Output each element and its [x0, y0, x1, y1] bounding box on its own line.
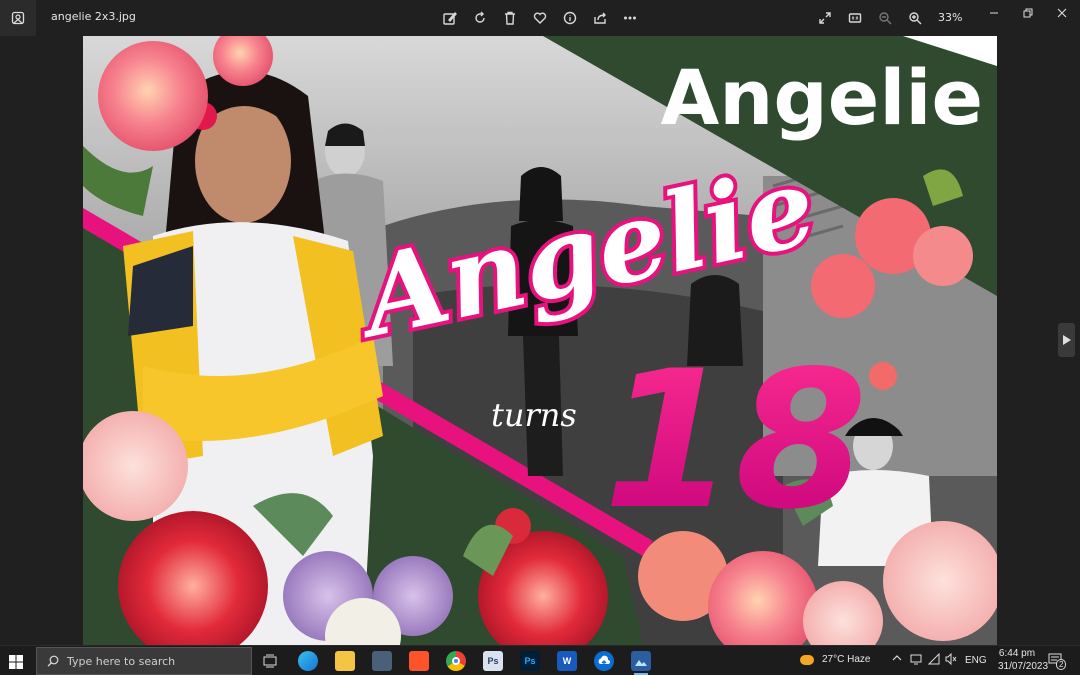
- photos-icon: [635, 660, 647, 666]
- delete-button[interactable]: [500, 8, 520, 28]
- zoom-out-button[interactable]: [875, 8, 895, 28]
- edit-image-button[interactable]: [440, 8, 460, 28]
- favorite-icon: [533, 12, 547, 24]
- zoom-level: 33%: [938, 11, 963, 24]
- age-number: 18: [603, 330, 867, 551]
- delete-icon: [505, 11, 515, 25]
- photo-canvas[interactable]: Angelie Angelie turns 18: [83, 36, 997, 645]
- next-image-button[interactable]: [1058, 323, 1075, 357]
- info-button[interactable]: [560, 8, 580, 28]
- edge-browser-button[interactable]: [298, 651, 318, 671]
- clock[interactable]: 6:44 pm 31/07/2023: [998, 648, 1049, 672]
- more-icon: [624, 16, 636, 20]
- clock-time: 6:44 pm: [998, 648, 1036, 659]
- share-icon: [594, 12, 606, 24]
- photoshop-icon: Ps: [524, 656, 536, 666]
- wifi-icon: [927, 652, 940, 665]
- rotate-icon: [475, 11, 485, 23]
- minimize-icon: [990, 12, 998, 14]
- turns-text: turns: [491, 396, 577, 434]
- hidden-icons-button[interactable]: [892, 654, 902, 665]
- file-name: angelie 2x3.jpg: [51, 10, 136, 23]
- zoom-in-icon: [909, 12, 922, 25]
- notifications-button[interactable]: 2: [1048, 652, 1067, 670]
- monitor-icon: [910, 654, 922, 665]
- restore-button[interactable]: [1015, 4, 1041, 22]
- task-view-button[interactable]: [260, 651, 280, 671]
- photoshop-express-button[interactable]: Ps: [483, 651, 503, 671]
- chrome-browser-button[interactable]: [446, 651, 466, 671]
- notification-count: 2: [1056, 659, 1067, 670]
- cloud-upload-icon: [598, 655, 610, 666]
- zoom-out-icon: [879, 12, 892, 25]
- brave-browser-button[interactable]: [409, 651, 429, 671]
- ps-express-icon: Ps: [487, 656, 499, 666]
- minimize-button[interactable]: [981, 4, 1007, 22]
- info-icon: [563, 11, 577, 25]
- share-button[interactable]: [590, 8, 610, 28]
- windows-logo-icon: [9, 655, 23, 669]
- photos-taskbar-button[interactable]: [631, 651, 651, 671]
- fullscreen-icon: [819, 12, 831, 24]
- cloud-upload-button[interactable]: [594, 651, 614, 671]
- chevron-right-icon: [1062, 335, 1071, 345]
- more-button[interactable]: [620, 8, 640, 28]
- language-indicator[interactable]: ENG: [965, 655, 987, 666]
- chevron-up-icon: [892, 655, 902, 661]
- chrome-icon: [452, 657, 460, 665]
- clock-date: 31/07/2023: [998, 661, 1049, 672]
- volume-muted-icon: [945, 652, 957, 666]
- search-icon: [47, 655, 59, 667]
- network-button[interactable]: [910, 653, 922, 668]
- taskbar-search-box[interactable]: Type here to search: [36, 647, 252, 675]
- photoshop-button[interactable]: Ps: [520, 651, 540, 671]
- photo-artwork: Angelie Angelie turns 18: [83, 36, 997, 645]
- rotate-button[interactable]: [470, 8, 490, 28]
- title-bar: angelie 2x3.jpg 33%: [0, 0, 1080, 36]
- actual-size-button[interactable]: [845, 8, 865, 28]
- restore-icon: [1023, 8, 1033, 18]
- word-icon: W: [562, 656, 572, 666]
- start-button[interactable]: [8, 654, 24, 670]
- file-explorer-button[interactable]: [335, 651, 355, 671]
- edit-image-icon: [443, 11, 457, 25]
- headline-name: Angelie: [660, 53, 983, 142]
- fullscreen-button[interactable]: [815, 8, 835, 28]
- taskbar: Type here to search Ps Ps W 27°C Haze EN…: [0, 645, 1080, 675]
- volume-button[interactable]: [945, 652, 957, 668]
- task-view-icon: [263, 654, 277, 668]
- word-button[interactable]: W: [557, 651, 577, 671]
- actual-size-icon: [848, 13, 862, 23]
- weather-icon: [800, 654, 814, 665]
- calculator-button[interactable]: [372, 651, 392, 671]
- close-icon: [1057, 8, 1067, 18]
- zoom-in-button[interactable]: [905, 8, 925, 28]
- search-placeholder: Type here to search: [67, 654, 176, 668]
- wifi-button[interactable]: [927, 652, 940, 668]
- favorite-button[interactable]: [530, 8, 550, 28]
- weather-widget[interactable]: 27°C Haze: [800, 654, 870, 665]
- close-button[interactable]: [1049, 4, 1075, 22]
- weather-text: 27°C Haze: [822, 654, 871, 665]
- photos-app-icon: [0, 0, 36, 36]
